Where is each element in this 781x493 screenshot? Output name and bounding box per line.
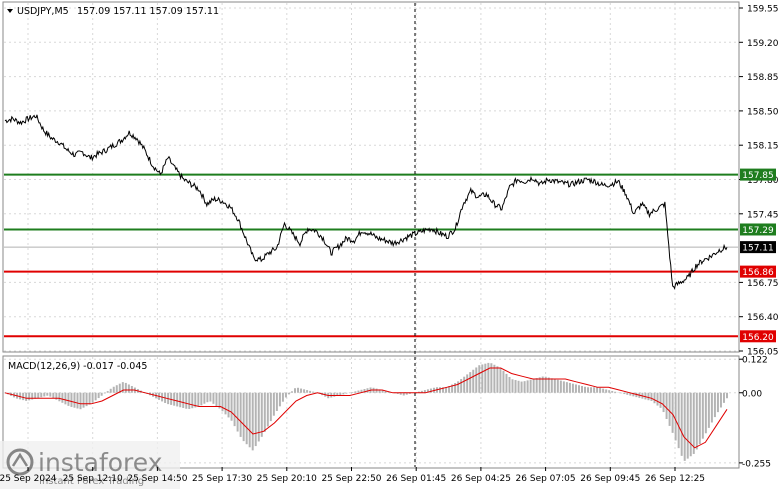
macd-label: MACD(12,26,9) -0.017 -0.045 [8, 361, 147, 372]
price-tick-label: 159.20 [747, 39, 779, 49]
time-tick-label: 26 Sep 09:45 [580, 474, 640, 484]
level-badge-label: 157.29 [742, 226, 774, 236]
time-tick-label: 25 Sep 20:10 [257, 474, 317, 484]
current-price-label: 157.11 [742, 244, 774, 254]
price-tick-label: 157.45 [747, 210, 779, 220]
price-panel-frame [2, 1, 740, 353]
time-tick-label: 26 Sep 01:45 [386, 474, 446, 484]
time-tick-label: 25 Sep 2024 [0, 474, 57, 484]
time-tick-label: 25 Sep 14:50 [127, 474, 187, 484]
macd-axis: 0.122 0.00 -0.255 [739, 356, 771, 469]
macd-tick-label: 0.00 [742, 389, 762, 399]
price-tick-label: 159.55 [747, 5, 779, 15]
time-tick-label: 26 Sep 07:05 [516, 474, 576, 484]
ohlc-values: 157.09 157.11 157.09 157.11 [77, 6, 219, 17]
symbol-label: USDJPY,M5 [17, 6, 69, 17]
time-tick-label: 26 Sep 04:25 [451, 474, 511, 484]
level-badge-label: 156.86 [742, 268, 774, 278]
time-tick-label: 26 Sep 12:25 [645, 474, 705, 484]
price-tick-label: 158.85 [747, 73, 779, 83]
level-badge-label: 157.85 [742, 171, 774, 181]
price-tick-label: 156.40 [747, 313, 779, 323]
price-tick-label: 156.75 [747, 279, 779, 289]
logo-brand: instaforex [38, 448, 163, 477]
chart-canvas[interactable]: instaforex Instant Forex Trading 159.551… [0, 0, 781, 489]
price-tick-label: 158.50 [747, 107, 779, 117]
time-tick-label: 25 Sep 12:10 [63, 474, 123, 484]
time-tick-label: 25 Sep 22:50 [321, 474, 381, 484]
chart-header: USDJPY,M5 157.09 157.11 157.09 157.11 [7, 6, 219, 17]
time-tick-label: 25 Sep 17:30 [192, 474, 252, 484]
price-tick-label: 158.15 [747, 142, 779, 152]
macd-tick-label: 0.122 [742, 356, 768, 366]
macd-tick-label: -0.255 [742, 459, 771, 469]
level-badge-label: 156.20 [742, 333, 774, 343]
chart-window: instaforex Instant Forex Trading 159.55 1… [0, 0, 781, 489]
price-axis: 159.55159.20158.85158.50158.15157.80157.… [739, 5, 779, 358]
